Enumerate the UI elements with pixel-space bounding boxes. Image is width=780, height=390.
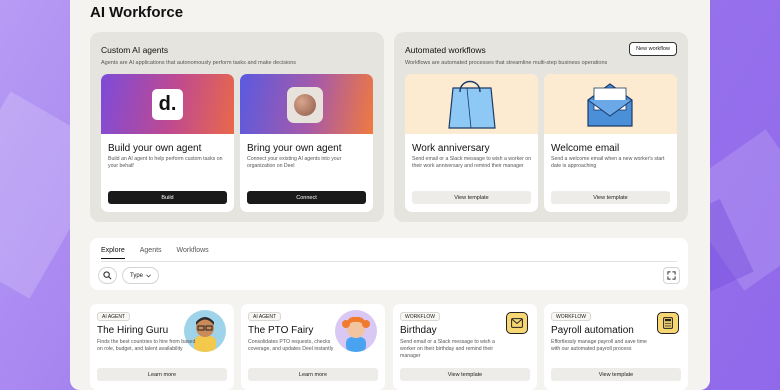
type-filter-dropdown[interactable]: Type: [122, 267, 160, 284]
card-description: Connect your existing AI agents into you…: [247, 156, 342, 169]
view-template-button[interactable]: View template: [412, 191, 531, 204]
card-title: Birthday: [400, 325, 437, 336]
tab-divider: [101, 261, 677, 262]
type-badge: WORKFLOW: [400, 312, 440, 321]
panel-subtitle: Agents are AI applications that autonomo…: [101, 60, 297, 66]
template-card-payroll-automation: WORKFLOW Payroll automation Effortlessly…: [544, 304, 688, 390]
view-template-button[interactable]: View template: [551, 368, 681, 381]
card-banner: d.: [101, 74, 234, 134]
connect-button[interactable]: Connect: [247, 191, 366, 204]
chevron-down-icon: [146, 273, 151, 277]
type-filter-label: Type: [130, 272, 144, 279]
card-title: Build your own agent: [108, 143, 202, 154]
new-workflow-button[interactable]: New workflow: [629, 42, 677, 56]
type-badge: WORKFLOW: [551, 312, 591, 321]
bring-agent-card: Bring your own agent Connect your existi…: [240, 74, 373, 212]
panel-title: Custom AI agents: [101, 45, 169, 55]
card-banner: [405, 74, 538, 134]
card-title: Work anniversary: [412, 143, 490, 154]
card-title: Bring your own agent: [247, 143, 342, 154]
card-title: The Hiring Guru: [97, 325, 169, 336]
envelope-illustration: [587, 83, 633, 127]
view-template-button[interactable]: View template: [551, 191, 670, 204]
card-description: Consolidates PTO requests, checks covera…: [248, 339, 334, 352]
build-agent-card: d. Build your own agent Build an AI agen…: [101, 74, 234, 212]
mail-icon: [506, 312, 528, 334]
card-title: Welcome email: [551, 143, 620, 154]
template-card-pto-fairy: AI AGENT The PTO Fairy Consolidates PTO …: [241, 304, 385, 390]
card-title: The PTO Fairy: [248, 325, 314, 336]
tab-workflows[interactable]: Workflows: [177, 247, 209, 259]
card-banner: [544, 74, 677, 134]
card-description: Finds the best countries to hire from ba…: [97, 339, 196, 352]
card-banner: [240, 74, 373, 134]
tab-agents[interactable]: Agents: [140, 247, 162, 259]
app-window: AI Workforce Custom AI agents Agents are…: [70, 0, 710, 390]
card-title: Payroll automation: [551, 325, 634, 336]
learn-more-button[interactable]: Learn more: [97, 368, 227, 381]
custom-agents-panel: Custom AI agents Agents are AI applicati…: [90, 32, 384, 222]
panel-subtitle: Workflows are automated processes that s…: [405, 60, 608, 66]
card-description: Send email or a Slack message to wish a …: [400, 339, 495, 359]
card-description: Effortlessly manage payroll and save tim…: [551, 339, 647, 352]
type-badge: AI AGENT: [248, 312, 282, 321]
expand-icon: [667, 271, 676, 280]
card-description: Send email or a Slack message to wish a …: [412, 156, 532, 169]
sphere-image: [287, 87, 323, 123]
expand-button[interactable]: [663, 267, 680, 284]
template-card-hiring-guru: AI AGENT The Hiring Guru Finds the best …: [90, 304, 234, 390]
page-title: AI Workforce: [90, 4, 184, 21]
learn-more-button[interactable]: Learn more: [248, 368, 378, 381]
explore-bar: Explore Agents Workflows Type: [90, 238, 688, 290]
card-description: Send a welcome email when a new worker's…: [551, 156, 665, 169]
deel-logo: d.: [152, 89, 183, 120]
tab-explore[interactable]: Explore: [101, 247, 125, 259]
shopping-bag-illustration: [448, 80, 496, 129]
calculator-icon: [657, 312, 679, 334]
panel-title: Automated workflows: [405, 45, 486, 55]
build-button[interactable]: Build: [108, 191, 227, 204]
view-template-button[interactable]: View template: [400, 368, 530, 381]
welcome-email-card: Welcome email Send a welcome email when …: [544, 74, 677, 212]
type-badge: AI AGENT: [97, 312, 131, 321]
work-anniversary-card: Work anniversary Send email or a Slack m…: [405, 74, 538, 212]
search-button[interactable]: [98, 267, 117, 284]
search-icon: [103, 271, 112, 280]
template-card-birthday: WORKFLOW Birthday Send email or a Slack …: [393, 304, 537, 390]
automated-workflows-panel: Automated workflows Workflows are automa…: [394, 32, 688, 222]
explore-tabs: Explore Agents Workflows: [101, 247, 224, 259]
card-description: Build an AI agent to help perform custom…: [108, 156, 223, 169]
